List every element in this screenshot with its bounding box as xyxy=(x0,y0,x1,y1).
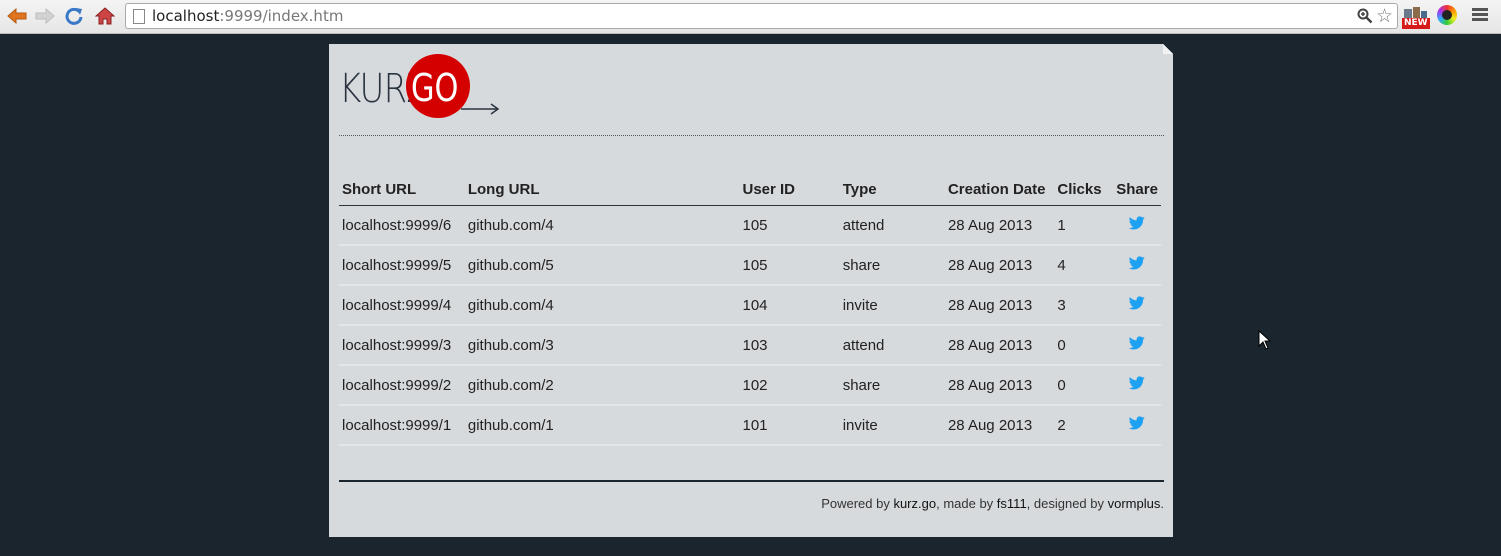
twitter-share-icon[interactable] xyxy=(1128,216,1145,234)
table-row: localhost:9999/4 github.com/4 104 invite 28 … xyxy=(339,285,1161,326)
footer-suffix: . xyxy=(1160,496,1164,511)
extension-new-icon[interactable]: NEW xyxy=(1402,5,1430,29)
clicks-cell: 4 xyxy=(1054,245,1114,286)
type-cell: invite xyxy=(839,405,945,446)
page-icon xyxy=(133,9,145,24)
logo-go-text: GO xyxy=(411,66,459,110)
footer-mid1: , made by xyxy=(936,496,997,511)
short-url-cell[interactable]: localhost:9999/5 xyxy=(339,245,465,286)
long-url-cell[interactable]: github.com/2 xyxy=(464,365,740,406)
footer-prefix: Powered by xyxy=(821,496,894,511)
short-url-cell[interactable]: localhost:9999/2 xyxy=(339,365,465,406)
clicks-cell: 2 xyxy=(1054,405,1114,446)
twitter-share-icon[interactable] xyxy=(1128,256,1145,274)
header-clicks: Clicks xyxy=(1054,172,1114,206)
table-row: localhost:9999/6 github.com/4 105 attend 28 … xyxy=(339,205,1161,246)
long-url-cell[interactable]: github.com/4 xyxy=(464,205,740,246)
address-bar[interactable]: localhost:9999/index.htm ☆ xyxy=(125,3,1398,29)
extension-badge: NEW xyxy=(1402,18,1430,29)
long-url-cell[interactable]: github.com/4 xyxy=(464,285,740,326)
share-cell xyxy=(1113,285,1161,326)
menu-icon[interactable] xyxy=(1472,8,1488,24)
clicks-cell: 1 xyxy=(1054,205,1114,246)
twitter-share-icon[interactable] xyxy=(1128,376,1145,394)
long-url-cell[interactable]: github.com/3 xyxy=(464,325,740,366)
table-header-row: Short URL Long URL User ID Type Creation… xyxy=(339,172,1161,206)
color-picker-extension-icon[interactable] xyxy=(1437,5,1457,25)
zoom-icon[interactable] xyxy=(1357,8,1373,28)
share-cell xyxy=(1113,365,1161,406)
type-cell: attend xyxy=(839,205,945,246)
creation-date-cell: 28 Aug 2013 xyxy=(944,365,1055,406)
user-id-cell: 103 xyxy=(739,325,840,366)
clicks-cell: 0 xyxy=(1054,365,1114,406)
header-type: Type xyxy=(839,172,945,206)
header-share: Share xyxy=(1113,172,1161,206)
creation-date-cell: 28 Aug 2013 xyxy=(944,325,1055,366)
urls-table: Short URL Long URL User ID Type Creation… xyxy=(339,172,1161,446)
mouse-cursor-icon xyxy=(1258,330,1272,350)
address-url[interactable]: localhost:9999/index.htm xyxy=(152,7,343,25)
type-cell: share xyxy=(839,365,945,406)
creation-date-cell: 28 Aug 2013 xyxy=(944,205,1055,246)
reload-icon[interactable] xyxy=(62,5,86,27)
twitter-share-icon[interactable] xyxy=(1128,296,1145,314)
type-cell: attend xyxy=(839,325,945,366)
header-user-id: User ID xyxy=(739,172,840,206)
twitter-share-icon[interactable] xyxy=(1128,416,1145,434)
long-url-cell[interactable]: github.com/5 xyxy=(464,245,740,286)
back-arrow-icon[interactable] xyxy=(5,5,29,27)
footer-credits: Powered by kurz.go, made by fs111, desig… xyxy=(821,496,1164,511)
kurzgo-logo[interactable]: KURZ GO xyxy=(339,52,500,122)
short-url-cell[interactable]: localhost:9999/1 xyxy=(339,405,465,446)
share-cell xyxy=(1113,325,1161,366)
table-row: localhost:9999/1 github.com/1 101 invite 28 … xyxy=(339,405,1161,446)
header-creation-date: Creation Date xyxy=(944,172,1055,206)
twitter-share-icon[interactable] xyxy=(1128,336,1145,354)
header-long-url: Long URL xyxy=(464,172,740,206)
short-url-cell[interactable]: localhost:9999/3 xyxy=(339,325,465,366)
table-row: localhost:9999/3 github.com/3 103 attend 28 … xyxy=(339,325,1161,366)
footer-link-fs111[interactable]: fs111 xyxy=(997,496,1027,511)
footer-mid2: , designed by xyxy=(1026,496,1108,511)
page-corner-fold xyxy=(1163,44,1173,54)
logo-arrow-icon xyxy=(461,103,500,115)
creation-date-cell: 28 Aug 2013 xyxy=(944,245,1055,286)
short-url-cell[interactable]: localhost:9999/4 xyxy=(339,285,465,326)
browser-toolbar: localhost:9999/index.htm ☆ NEW xyxy=(0,0,1501,34)
footer-link-kurzgo[interactable]: kurz.go xyxy=(893,496,936,511)
page-panel: KURZ GO Short URL Long URL User ID Type … xyxy=(329,44,1173,537)
home-icon[interactable] xyxy=(93,5,117,27)
user-id-cell: 101 xyxy=(739,405,840,446)
user-id-cell: 102 xyxy=(739,365,840,406)
bookmark-star-icon[interactable]: ☆ xyxy=(1376,5,1393,27)
clicks-cell: 0 xyxy=(1054,325,1114,366)
creation-date-cell: 28 Aug 2013 xyxy=(944,285,1055,326)
clicks-cell: 3 xyxy=(1054,285,1114,326)
share-cell xyxy=(1113,205,1161,246)
table-row: localhost:9999/5 github.com/5 105 share 28 A… xyxy=(339,245,1161,286)
type-cell: share xyxy=(839,245,945,286)
user-id-cell: 105 xyxy=(739,245,840,286)
header-divider xyxy=(339,135,1164,136)
footer-link-vormplus[interactable]: vormplus xyxy=(1108,496,1161,511)
share-cell xyxy=(1113,405,1161,446)
user-id-cell: 104 xyxy=(739,285,840,326)
short-url-cell[interactable]: localhost:9999/6 xyxy=(339,205,465,246)
table-row: localhost:9999/2 github.com/2 102 share 28 A… xyxy=(339,365,1161,406)
share-cell xyxy=(1113,245,1161,286)
type-cell: invite xyxy=(839,285,945,326)
long-url-cell[interactable]: github.com/1 xyxy=(464,405,740,446)
creation-date-cell: 28 Aug 2013 xyxy=(944,405,1055,446)
forward-arrow-icon[interactable] xyxy=(33,5,57,27)
user-id-cell: 105 xyxy=(739,205,840,246)
footer-divider xyxy=(339,480,1164,482)
header-short-url: Short URL xyxy=(339,172,465,206)
